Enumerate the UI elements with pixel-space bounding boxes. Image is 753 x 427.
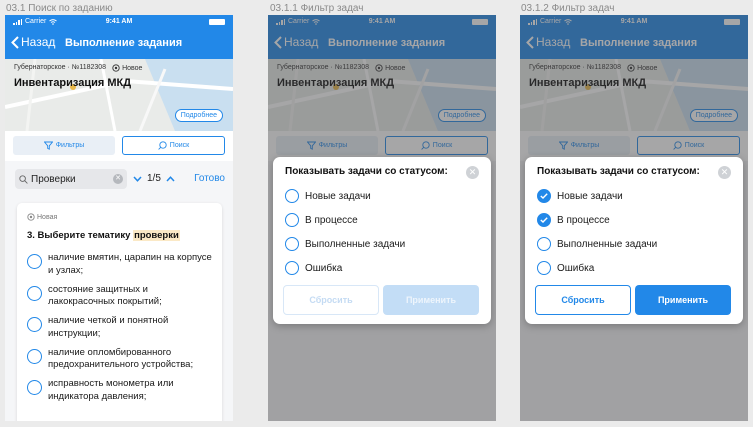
details-button[interactable]: Подробнее — [174, 109, 223, 122]
checkmark-icon — [540, 193, 548, 199]
radio-button[interactable] — [27, 254, 42, 269]
clear-icon[interactable]: ✕ — [113, 174, 123, 184]
checkbox-checked[interactable] — [537, 213, 551, 227]
filter-option[interactable]: Новые задачи — [285, 189, 405, 213]
search-icon — [19, 174, 28, 184]
checkbox-unchecked[interactable] — [285, 261, 299, 275]
filter-option[interactable]: Ошибка — [285, 261, 405, 285]
radio-button[interactable] — [27, 348, 42, 364]
filter-modal: Показывать задачи со статусом: ✕ Новые з… — [273, 157, 491, 324]
status-new-icon — [112, 64, 120, 72]
chevron-left-icon — [11, 35, 19, 49]
reset-button[interactable]: Сбросить — [283, 285, 379, 315]
search-highlight: проверки — [133, 230, 180, 241]
frame-caption: 03.1.1 Фильтр задач — [270, 3, 364, 14]
search-icon — [158, 141, 167, 150]
toolbar: Фильтры Поиск — [5, 131, 233, 161]
search-row: Проверки ✕ 1/5 Готово — [5, 161, 233, 197]
question-status-badge: Новая — [37, 213, 58, 221]
chevron-up-icon[interactable] — [166, 175, 175, 182]
filter-modal: Показывать задачи со статусом: ✕ Новые з… — [525, 157, 743, 324]
task-address: Губернаторское · №1182308 — [14, 64, 107, 71]
answer-option[interactable]: наличие вмятин, царапин на корпусе и узл… — [27, 252, 217, 277]
status-new-icon — [27, 213, 35, 221]
search-input[interactable]: Проверки ✕ — [15, 169, 127, 189]
checkbox-unchecked[interactable] — [537, 261, 551, 275]
radio-button[interactable] — [27, 285, 42, 301]
frame-caption: 03.1.2 Фильтр задач — [521, 3, 615, 14]
filters-label: Фильтры — [55, 142, 85, 149]
filter-option[interactable]: В процессе — [537, 213, 657, 237]
back-label: Назад — [21, 35, 56, 49]
phone-frame-filter-empty: Carrier 9:41 AM Назад Выполнение задания… — [268, 15, 496, 421]
answer-option[interactable]: состояние защитных и лакокрасочных покры… — [27, 284, 217, 309]
status-bar: Carrier 9:41 AM — [5, 15, 233, 29]
search-query: Проверки — [31, 173, 76, 185]
radio-button[interactable] — [27, 380, 42, 395]
question-card: Новая 3. Выберите тематику проверки нали… — [17, 203, 222, 421]
task-title: Инвентаризация МКД — [14, 77, 132, 89]
filter-icon — [43, 141, 53, 150]
filter-option[interactable]: В процессе — [285, 213, 405, 237]
search-button[interactable]: Поиск — [122, 136, 225, 155]
filters-button[interactable]: Фильтры — [13, 136, 115, 155]
search-counter: 1/5 — [147, 173, 161, 184]
checkbox-unchecked[interactable] — [537, 237, 551, 251]
task-map-header: Губернаторское · №1182308 Новое Инвентар… — [5, 59, 233, 131]
phone-frame-filter-selected: Carrier 9:41 AM Назад Выполнение задания… — [520, 15, 748, 421]
checkbox-unchecked[interactable] — [285, 189, 299, 203]
checkbox-checked[interactable] — [537, 189, 551, 203]
nav-title: Выполнение задания — [65, 37, 183, 49]
nav-bar: Назад Выполнение задания — [5, 29, 233, 59]
filter-option[interactable]: Новые задачи — [537, 189, 657, 213]
phone-frame-search: Carrier 9:41 AM Назад Выполнение задания… — [5, 15, 233, 421]
answer-options: наличие вмятин, царапин на корпусе и узл… — [27, 252, 217, 410]
frame-caption: 03.1 Поиск по заданию — [6, 3, 113, 14]
close-icon[interactable]: ✕ — [718, 166, 731, 179]
apply-button[interactable]: Применить — [383, 285, 479, 315]
chevron-down-icon[interactable] — [133, 175, 142, 182]
filter-option[interactable]: Ошибка — [537, 261, 657, 285]
back-button[interactable]: Назад — [11, 35, 55, 49]
apply-button[interactable]: Применить — [635, 285, 731, 315]
question-title: 3. Выберите тематику проверки — [27, 230, 180, 241]
answer-option[interactable]: наличие четкой и понятной инструкции; — [27, 315, 217, 340]
answer-option[interactable]: исправность монометра или индикатора дав… — [27, 378, 217, 403]
battery-icon — [209, 19, 225, 25]
answer-option[interactable]: наличие опломбированного предохранительн… — [27, 347, 217, 372]
status-time: 9:41 AM — [105, 18, 133, 25]
filter-option[interactable]: Выполненные задачи — [537, 237, 657, 261]
radio-button[interactable] — [27, 317, 42, 332]
checkbox-unchecked[interactable] — [285, 237, 299, 251]
checkmark-icon — [540, 217, 548, 223]
close-icon[interactable]: ✕ — [466, 166, 479, 179]
filter-option[interactable]: Выполненные задачи — [285, 237, 405, 261]
reset-button[interactable]: Сбросить — [535, 285, 631, 315]
filter-modal-title: Показывать задачи со статусом: — [537, 166, 700, 177]
filter-modal-title: Показывать задачи со статусом: — [285, 166, 448, 177]
search-label: Поиск — [169, 142, 190, 149]
checkbox-unchecked[interactable] — [285, 213, 299, 227]
done-button[interactable]: Готово — [194, 173, 225, 184]
content-area: Новая 3. Выберите тематику проверки нали… — [5, 197, 233, 421]
task-status: Новое — [122, 64, 143, 72]
